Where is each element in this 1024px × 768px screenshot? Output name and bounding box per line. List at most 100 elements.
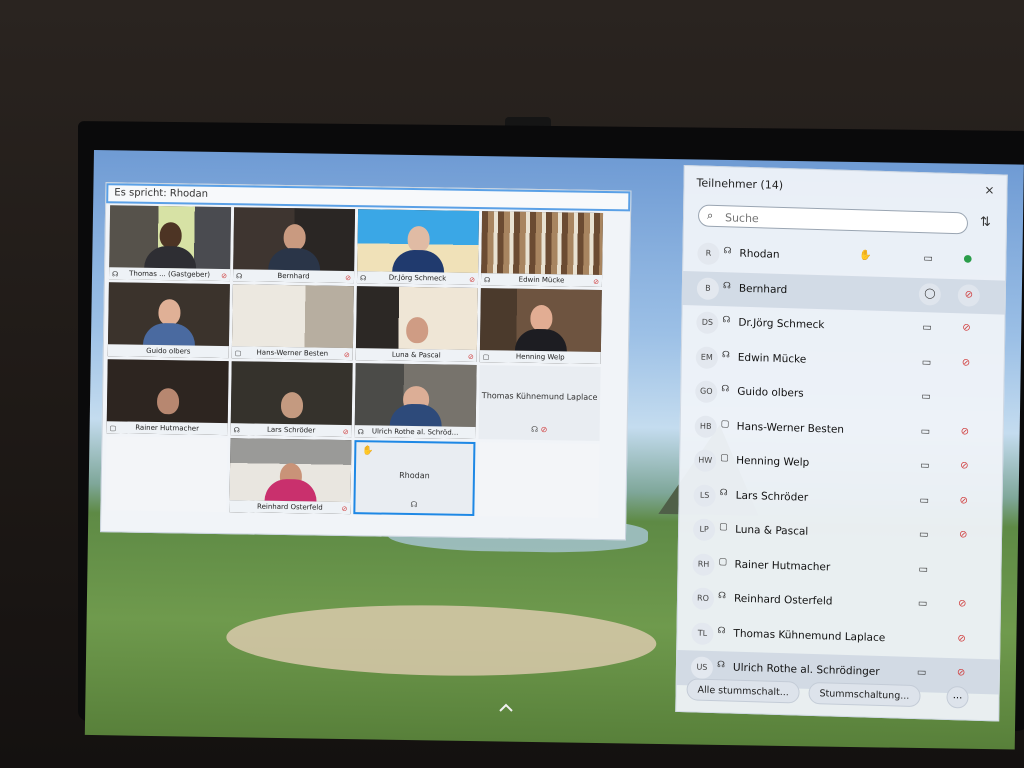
video-off-icon: ▢ bbox=[720, 453, 729, 464]
participant-face bbox=[405, 316, 428, 344]
participant-name: Henning Welp bbox=[736, 454, 810, 469]
video-tile[interactable]: Rainer Hutmacher ▢ bbox=[106, 359, 229, 436]
camera-icon: ▭ bbox=[916, 667, 927, 679]
camera-icon: ▭ bbox=[920, 460, 930, 472]
empty-tile bbox=[477, 442, 600, 518]
headset-icon: ☊ bbox=[721, 349, 730, 360]
active-speaker-tile[interactable]: ✋ Rhodan ☊ bbox=[353, 440, 476, 517]
camera-icon: ▭ bbox=[919, 494, 930, 506]
chat-button[interactable]: ◯ bbox=[918, 282, 942, 306]
camera-icon: ▭ bbox=[922, 322, 932, 334]
participant-face bbox=[529, 304, 553, 332]
more-options-button[interactable]: ... bbox=[946, 685, 969, 709]
video-tile[interactable]: Lars Schröder ☊ ⊘ bbox=[230, 361, 353, 438]
avatar: HB bbox=[694, 414, 717, 438]
search-icon: ⌕ bbox=[706, 208, 714, 222]
mic-muted-icon: ⊘ bbox=[469, 275, 476, 285]
mic-muted-icon: ⊘ bbox=[957, 598, 967, 610]
video-tile[interactable]: Thomas Kühnemund Laplace ☊ ⊘ bbox=[478, 365, 601, 441]
search-box[interactable]: ⌕ bbox=[697, 204, 969, 235]
headset-icon: ☊ bbox=[722, 315, 731, 326]
camera-icon: ▭ bbox=[918, 529, 929, 541]
tile-caption: Henning Welp bbox=[479, 350, 601, 364]
video-off-icon: ▢ bbox=[482, 353, 490, 362]
speaker-name: Rhodan bbox=[169, 188, 209, 200]
mic-muted-icon: ⊘ bbox=[960, 460, 969, 472]
tile-caption: Hans-Werner Besten bbox=[231, 346, 353, 361]
mic-muted-icon: ⊘ bbox=[467, 352, 474, 361]
participant-face bbox=[158, 222, 182, 249]
mic-muted-icon: ⊘ bbox=[957, 632, 966, 645]
headset-icon: ☊ bbox=[235, 272, 243, 281]
video-tile[interactable]: Henning Welp ▢ bbox=[479, 288, 602, 364]
search-input[interactable] bbox=[722, 208, 958, 234]
raised-hand-icon: ✋ bbox=[362, 446, 374, 457]
headset-icon: ☊ bbox=[721, 384, 730, 395]
mic-muted-icon: ⊘ bbox=[959, 494, 969, 507]
headset-icon: ☊ bbox=[410, 500, 418, 510]
participant-face bbox=[282, 223, 306, 251]
headset-icon: ☊ bbox=[483, 276, 491, 285]
video-tile[interactable]: Guido olbers bbox=[107, 282, 230, 359]
video-tile[interactable]: Dr.Jörg Schmeck ☊ ⊘ bbox=[356, 209, 480, 286]
tile-name: Thomas Kühnemund Laplace bbox=[481, 391, 598, 402]
participant-name: Hans-Werner Besten bbox=[736, 420, 845, 436]
participant-name: Bernhard bbox=[738, 282, 788, 296]
participant-face bbox=[406, 225, 430, 253]
headset-icon: ☊ bbox=[357, 428, 364, 437]
avatar: LP bbox=[692, 518, 716, 542]
video-off-icon: ▢ bbox=[718, 556, 728, 567]
video-off-icon: ▢ bbox=[234, 349, 242, 358]
mic-muted-button[interactable]: ⊘ bbox=[957, 283, 980, 307]
screen: Es spricht: Rhodan Thomas ... (Gastgeber… bbox=[84, 150, 1024, 750]
avatar: GO bbox=[695, 380, 718, 404]
video-tile[interactable]: Hans-Werner Besten ▢ ⊘ bbox=[231, 284, 354, 361]
participant-name: Dr.Jörg Schmeck bbox=[738, 316, 825, 332]
mic-muted-icon: ⊘ bbox=[960, 425, 970, 438]
mute-all-button[interactable]: Alle stummschalt... bbox=[686, 678, 801, 704]
mic-muted-icon: ⊘ bbox=[956, 667, 966, 679]
participant-list: R ☊ Rhodan ✋ ▭ ● B ☊ Bernhard ◯ ⊘ DS ☊ D… bbox=[676, 236, 1006, 695]
participants-panel: Teilnehmer (14) × ⌕ ⇅ R ☊ Rhodan ✋ ▭ ● B… bbox=[675, 165, 1008, 722]
tile-caption: Edwin Mücke bbox=[480, 273, 603, 287]
tile-caption: Rainer Hutmacher bbox=[106, 421, 228, 436]
mic-muted-icon: ⊘ bbox=[221, 272, 228, 281]
video-tile[interactable]: Luna & Pascal ⊘ bbox=[355, 286, 478, 363]
avatar: HW bbox=[694, 449, 717, 473]
tile-caption: Bernhard bbox=[232, 269, 355, 284]
video-tile[interactable]: Reinhard Osterfeld ⊘ bbox=[229, 438, 352, 515]
mic-muted-icon: ⊘ bbox=[342, 427, 349, 437]
panel-title: Teilnehmer (14) bbox=[696, 176, 784, 192]
avatar: US bbox=[690, 656, 714, 680]
participant-name: Ulrich Rothe al. Schrödinger bbox=[732, 661, 880, 678]
headset-icon: ☊ bbox=[723, 246, 732, 257]
mic-muted-icon: ⊘ bbox=[345, 273, 352, 283]
video-feed bbox=[231, 284, 354, 349]
participant-name: Guido olbers bbox=[737, 385, 804, 400]
mic-muted-icon: ⊘ bbox=[593, 277, 600, 286]
video-tile[interactable]: Ulrich Rothe al. Schröd... ☊ bbox=[354, 363, 477, 440]
participant-name: Luna & Pascal bbox=[735, 523, 809, 538]
avatar: B bbox=[696, 276, 720, 300]
video-tile[interactable]: Bernhard ☊ ⊘ bbox=[232, 207, 356, 284]
participant-name: Edwin Mücke bbox=[737, 351, 807, 366]
mute-options-button[interactable]: Stummschaltung... bbox=[808, 681, 921, 708]
background-sand-bunker bbox=[225, 602, 657, 679]
tile-caption: Reinhard Osterfeld bbox=[229, 500, 351, 515]
video-tile[interactable]: Edwin Mücke ☊ ⊘ bbox=[480, 211, 604, 287]
video-feed bbox=[481, 211, 604, 275]
headset-icon: ☊ bbox=[111, 270, 119, 279]
participant-face bbox=[157, 299, 181, 326]
headset-icon: ☊ bbox=[233, 426, 240, 435]
mic-muted-icon: ⊘ bbox=[343, 350, 350, 360]
camera-icon: ▭ bbox=[917, 598, 928, 610]
tile-name: Rhodan bbox=[399, 470, 430, 481]
raised-hand-icon: ✋ bbox=[859, 250, 872, 262]
video-grid: Thomas ... (Gastgeber) ☊ ⊘ Bernhard ☊ ⊘ … bbox=[105, 205, 626, 535]
headset-icon: ☊ bbox=[716, 660, 726, 671]
close-icon[interactable]: × bbox=[984, 183, 994, 197]
sort-icon[interactable]: ⇅ bbox=[980, 215, 991, 230]
video-tile[interactable]: Thomas ... (Gastgeber) ☊ ⊘ bbox=[108, 205, 232, 282]
tile-caption: Guido olbers bbox=[107, 344, 229, 359]
avatar: EM bbox=[695, 345, 718, 369]
